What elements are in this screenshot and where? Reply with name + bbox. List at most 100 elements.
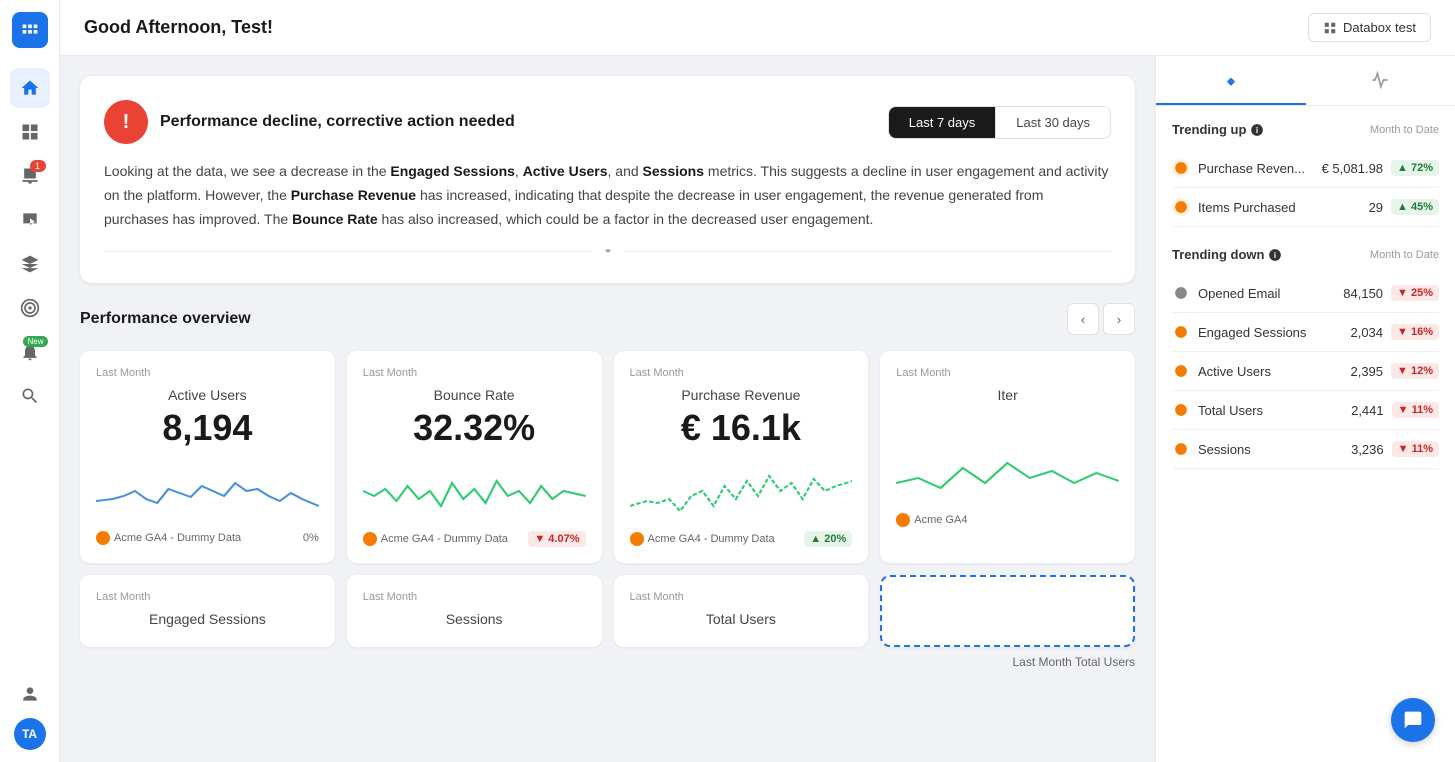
- nav-arrows: ‹ ›: [1067, 303, 1135, 335]
- item-change: ▼ 12%: [1391, 363, 1439, 379]
- top-cards-grid: Last Month Active Users 8,194 Acme GA4 -…: [80, 351, 1135, 563]
- main-wrapper: Good Afternoon, Test! Databox test ! Per…: [60, 0, 1455, 762]
- total-users-card: Last Month Total Users: [614, 575, 869, 647]
- expand-row[interactable]: [104, 243, 1111, 259]
- trending-up-item: Purchase Reven... € 5,081.98 ▲ 72%: [1172, 149, 1439, 188]
- item-value: 29: [1369, 200, 1383, 215]
- item-right: 2,441 ▼ 11%: [1351, 402, 1439, 418]
- card-period: Last Month: [96, 367, 319, 379]
- item-name: Sessions: [1198, 442, 1251, 457]
- app-logo[interactable]: [12, 12, 48, 48]
- card-name: Engaged Sessions: [96, 611, 319, 627]
- sidebar-item-layers[interactable]: [10, 244, 50, 284]
- item-name: Purchase Reven...: [1198, 161, 1305, 176]
- card-period: Last Month: [363, 591, 586, 603]
- last-30-days-btn[interactable]: Last 30 days: [996, 107, 1110, 138]
- top-header: Good Afternoon, Test! Databox test: [60, 0, 1455, 56]
- sidebar-bottom: TA: [10, 674, 50, 750]
- item-icon: [1172, 159, 1190, 177]
- item-value: 3,236: [1351, 442, 1384, 457]
- item-right: 2,395 ▼ 12%: [1350, 363, 1439, 379]
- sidebar-item-search[interactable]: [10, 376, 50, 416]
- perf-title: Performance overview: [80, 310, 251, 328]
- trending-down-title: Trending down i: [1172, 247, 1282, 262]
- source-icon: [363, 532, 377, 546]
- engaged-sessions-card: Last Month Engaged Sessions: [80, 575, 335, 647]
- item-icon: [1172, 401, 1190, 419]
- chat-button[interactable]: [1391, 698, 1435, 742]
- item-change: ▼ 11%: [1392, 441, 1439, 457]
- alert-body: Looking at the data, we see a decrease i…: [104, 160, 1111, 231]
- header-right: Databox test: [1308, 13, 1431, 42]
- sidebar-content: Trending up i Month to Date Purchase Rev…: [1156, 106, 1455, 762]
- footer-label: Last Month Total Users: [80, 655, 1135, 669]
- item-left: Engaged Sessions: [1172, 323, 1306, 341]
- bottom-cards-grid: Last Month Engaged Sessions Last Month S…: [80, 575, 1135, 647]
- item-right: 2,034 ▼ 16%: [1350, 324, 1439, 340]
- item-change: ▼ 16%: [1391, 324, 1439, 340]
- item-icon: [1172, 440, 1190, 458]
- next-arrow[interactable]: ›: [1103, 303, 1135, 335]
- sidebar-item-video[interactable]: [10, 200, 50, 240]
- prev-arrow[interactable]: ‹: [1067, 303, 1099, 335]
- databox-label: Databox test: [1343, 20, 1416, 35]
- card-source: Acme GA4: [896, 513, 967, 527]
- item-name: Active Users: [1198, 364, 1271, 379]
- card-period: Last Month: [630, 367, 853, 379]
- source-icon: [896, 513, 910, 527]
- source-name: Acme GA4 - Dummy Data: [648, 533, 775, 545]
- trending-down-item: Sessions 3,236 ▼ 11%: [1172, 430, 1439, 469]
- highlighted-card: [880, 575, 1135, 647]
- item-right: 29 ▲ 45%: [1369, 199, 1439, 215]
- card-name: Purchase Revenue: [630, 387, 853, 403]
- svg-text:i: i: [1256, 125, 1258, 134]
- item-right: € 5,081.98 ▲ 72%: [1322, 160, 1439, 176]
- card-footer: Acme GA4: [896, 513, 1119, 527]
- left-sidebar: 1 New TA: [0, 0, 60, 762]
- trending-down-item: Engaged Sessions 2,034 ▼ 16%: [1172, 313, 1439, 352]
- card-period: Last Month: [96, 591, 319, 603]
- card-footer: Acme GA4 - Dummy Data ▼ 4.07%: [363, 531, 586, 547]
- performance-section: Performance overview ‹ › Last Month Acti…: [80, 303, 1135, 669]
- sidebar-item-target[interactable]: [10, 288, 50, 328]
- main-content: ! Performance decline, corrective action…: [60, 56, 1155, 762]
- last-7-days-btn[interactable]: Last 7 days: [889, 107, 997, 138]
- card-period: Last Month: [896, 367, 1119, 379]
- item-left: Opened Email: [1172, 284, 1280, 302]
- card-name: Bounce Rate: [363, 387, 586, 403]
- sidebar-item-alerts[interactable]: 1: [10, 156, 50, 196]
- item-left: Sessions: [1172, 440, 1251, 458]
- svg-text:i: i: [1274, 250, 1276, 259]
- sidebar-item-home[interactable]: [10, 68, 50, 108]
- card-source: Acme GA4 - Dummy Data: [630, 532, 775, 546]
- card-name: Active Users: [96, 387, 319, 403]
- sidebar-item-dashboard[interactable]: [10, 112, 50, 152]
- sidebar-item-notifications[interactable]: New: [10, 332, 50, 372]
- card-name: Sessions: [363, 611, 586, 627]
- trending-down-item: Total Users 2,441 ▼ 11%: [1172, 391, 1439, 430]
- alert-icon: !: [104, 100, 148, 144]
- source-icon: [96, 531, 110, 545]
- item-left: Items Purchased: [1172, 198, 1296, 216]
- source-name: Acme GA4: [914, 514, 967, 526]
- item-value: 2,441: [1351, 403, 1384, 418]
- change-value: 0%: [303, 532, 319, 544]
- change-value: ▼ 4.07%: [528, 531, 585, 547]
- item-icon: [1172, 284, 1190, 302]
- tab-pulse[interactable]: [1306, 56, 1455, 105]
- user-avatar[interactable]: TA: [14, 718, 46, 750]
- item-change: ▲ 72%: [1391, 160, 1439, 176]
- page-title: Good Afternoon, Test!: [84, 17, 273, 38]
- source-name: Acme GA4 - Dummy Data: [114, 532, 241, 544]
- item-right: 84,150 ▼ 25%: [1343, 285, 1439, 301]
- item-value: 84,150: [1343, 286, 1383, 301]
- sidebar-item-user[interactable]: [10, 674, 50, 714]
- alert-title: Performance decline, corrective action n…: [160, 113, 515, 131]
- item-value: 2,034: [1350, 325, 1383, 340]
- purchase-revenue-card: Last Month Purchase Revenue € 16.1k Acme…: [614, 351, 869, 563]
- tab-trending[interactable]: [1156, 56, 1306, 105]
- card-value: 32.32%: [363, 407, 586, 449]
- card-source: Acme GA4 - Dummy Data: [363, 532, 508, 546]
- trending-down-date: Month to Date: [1370, 249, 1439, 261]
- databox-button[interactable]: Databox test: [1308, 13, 1431, 42]
